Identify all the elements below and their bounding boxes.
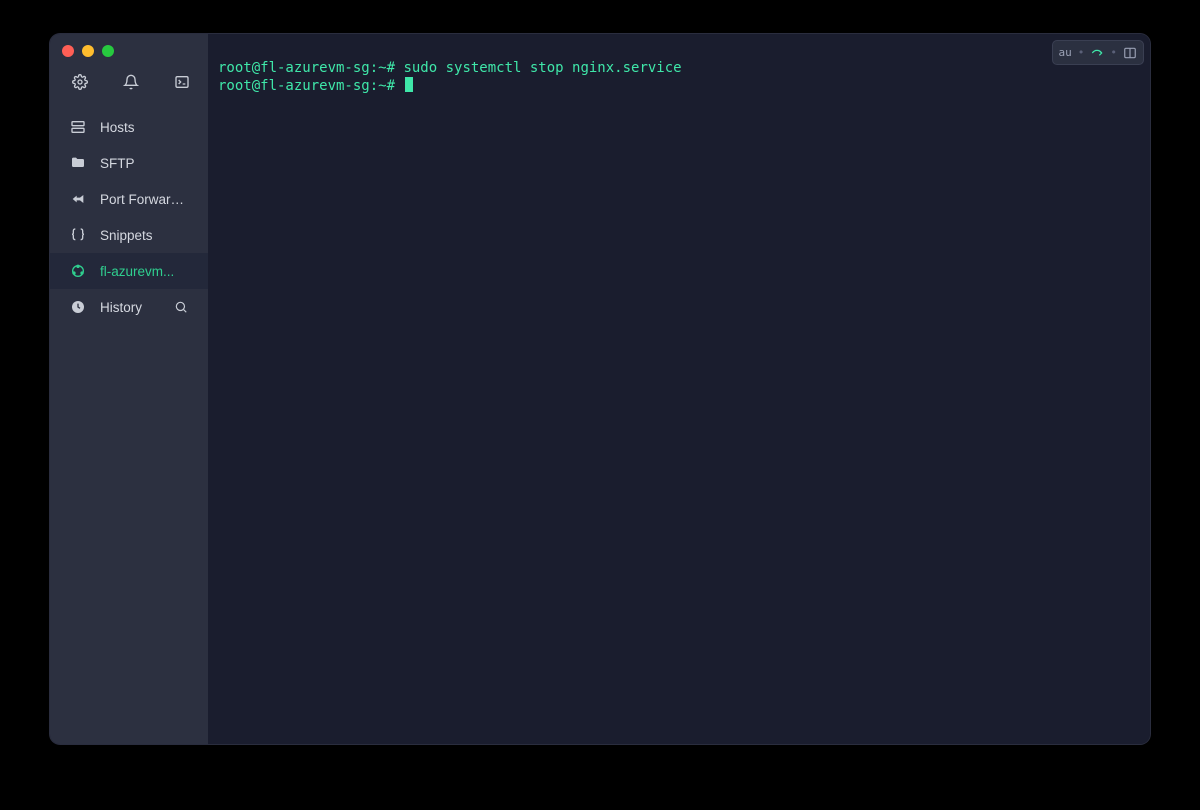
sidebar-item-snippets[interactable]: Snippets xyxy=(50,217,208,253)
terminal-line: root@fl-azurevm-sg:~# sudo systemctl sto… xyxy=(218,60,1140,77)
terminal-cursor xyxy=(405,77,413,92)
minimize-window-button[interactable] xyxy=(82,45,94,57)
app-window: Hosts SFTP Port Forwarding Snippets fl-a… xyxy=(50,34,1150,744)
braces-icon xyxy=(70,227,86,243)
bell-icon[interactable] xyxy=(123,74,139,95)
search-icon[interactable] xyxy=(174,300,188,314)
clock-icon xyxy=(70,299,86,315)
sidebar-item-label: SFTP xyxy=(100,156,188,171)
sidebar-item-label: Hosts xyxy=(100,120,188,135)
share-icon[interactable] xyxy=(1090,46,1104,60)
terminal-pane[interactable]: au • • root@fl-azurevm-sg:~# sudo system… xyxy=(208,34,1150,744)
sidebar-item-port-forwarding[interactable]: Port Forwarding xyxy=(50,181,208,217)
terminal-line: root@fl-azurevm-sg:~# xyxy=(218,77,1140,95)
sidebar-item-session[interactable]: fl-azurevm... xyxy=(50,253,208,289)
sidebar-item-label: Snippets xyxy=(100,228,188,243)
window-controls xyxy=(50,42,208,66)
ubuntu-icon xyxy=(70,263,86,279)
sidebar-top-icons xyxy=(50,66,208,109)
maximize-window-button[interactable] xyxy=(102,45,114,57)
sidebar-item-history[interactable]: History xyxy=(50,289,208,325)
sidebar: Hosts SFTP Port Forwarding Snippets fl-a… xyxy=(50,34,208,744)
terminal-toolbar: au • • xyxy=(1052,40,1145,65)
toolbar-label[interactable]: au xyxy=(1059,44,1072,61)
folder-icon xyxy=(70,155,86,171)
split-pane-icon[interactable] xyxy=(1123,46,1137,60)
gear-icon[interactable] xyxy=(72,74,88,95)
server-icon xyxy=(70,119,86,135)
close-window-button[interactable] xyxy=(62,45,74,57)
sidebar-item-sftp[interactable]: SFTP xyxy=(50,145,208,181)
sidebar-item-hosts[interactable]: Hosts xyxy=(50,109,208,145)
sidebar-item-label: History xyxy=(100,300,160,315)
forward-icon xyxy=(70,191,86,207)
sidebar-item-label: fl-azurevm... xyxy=(100,264,188,279)
terminal-icon[interactable] xyxy=(174,74,190,95)
sidebar-nav: Hosts SFTP Port Forwarding Snippets fl-a… xyxy=(50,109,208,325)
sidebar-item-label: Port Forwarding xyxy=(100,192,188,207)
